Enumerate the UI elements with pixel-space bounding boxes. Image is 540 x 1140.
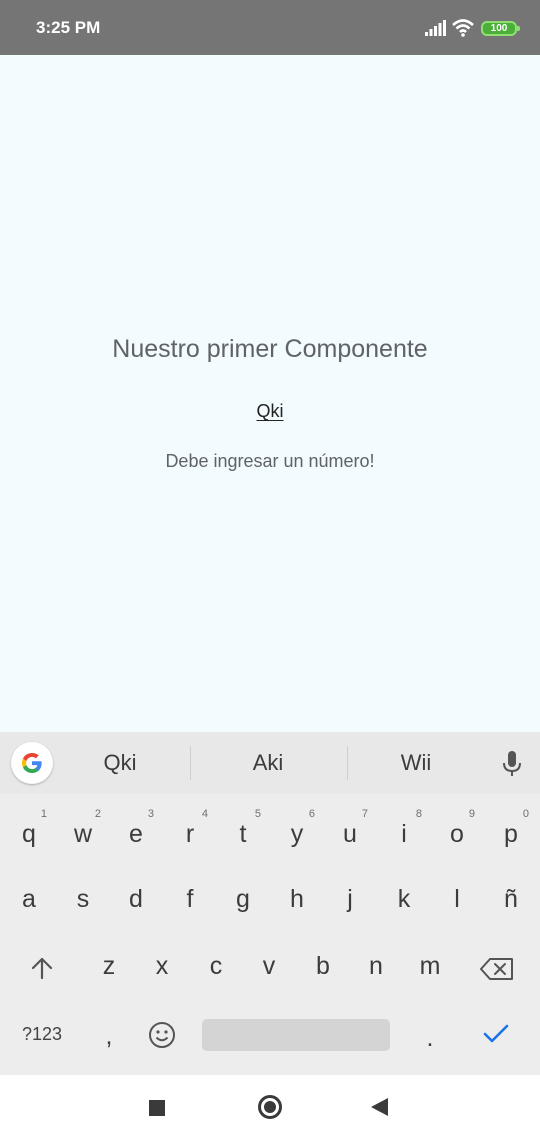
battery-icon: 100 (481, 21, 520, 36)
key-l[interactable]: l (430, 865, 484, 925)
key-n-tilde[interactable]: ñ (484, 865, 538, 925)
shift-key[interactable] (15, 937, 69, 997)
emoji-icon (149, 1022, 175, 1048)
suggestion-2[interactable]: Aki (208, 750, 328, 776)
key-d[interactable]: d (109, 865, 163, 925)
key-z[interactable]: z (82, 932, 136, 992)
signal-icon (425, 20, 446, 36)
shift-icon (31, 957, 53, 979)
battery-level: 100 (490, 23, 508, 34)
key-y[interactable]: y6 (270, 800, 324, 860)
key-m[interactable]: m (403, 932, 457, 992)
backspace-key[interactable] (470, 937, 524, 997)
key-v[interactable]: v (242, 932, 296, 992)
symbols-key[interactable]: ?123 (2, 1002, 82, 1062)
period-key[interactable]: . (403, 1004, 457, 1064)
key-k[interactable]: k (377, 865, 431, 925)
navigation-bar (0, 1075, 540, 1140)
google-icon (22, 753, 42, 773)
key-w[interactable]: w2 (56, 800, 110, 860)
key-t[interactable]: t5 (216, 800, 270, 860)
key-o[interactable]: o9 (430, 800, 484, 860)
status-bar: 3:25 PM 100 (0, 0, 540, 55)
recents-button[interactable] (149, 1100, 165, 1116)
backspace-icon (480, 958, 513, 980)
number-input[interactable]: Qki (0, 401, 540, 422)
comma-key[interactable]: , (82, 1002, 136, 1062)
input-value-text: Qki (256, 401, 284, 421)
key-g[interactable]: g (216, 865, 270, 925)
key-x[interactable]: x (135, 932, 189, 992)
mic-icon[interactable] (500, 749, 524, 779)
soft-keyboard: Qki Aki Wii q1 w2 e3 r4 t5 y6 u7 i8 o9 p… (0, 732, 540, 1075)
key-a[interactable]: a (2, 865, 56, 925)
suggestion-divider (347, 746, 348, 780)
wifi-icon (452, 19, 474, 37)
home-button[interactable] (258, 1095, 282, 1119)
key-r[interactable]: r4 (163, 800, 217, 860)
key-u[interactable]: u7 (323, 800, 377, 860)
key-n[interactable]: n (349, 932, 403, 992)
key-p[interactable]: p0 (484, 800, 538, 860)
suggestion-divider (190, 746, 191, 780)
main-content: Nuestro primer Componente Qki Debe ingre… (0, 55, 540, 732)
error-message: Debe ingresar un número! (165, 451, 375, 471)
status-time: 3:25 PM (36, 18, 101, 37)
suggestion-3[interactable]: Wii (356, 750, 476, 776)
google-button[interactable] (11, 742, 53, 784)
key-b[interactable]: b (296, 932, 350, 992)
key-i[interactable]: i8 (377, 800, 431, 860)
page-title: Nuestro primer Componente (112, 335, 428, 363)
key-j[interactable]: j (323, 865, 377, 925)
key-e[interactable]: e3 (109, 800, 163, 860)
key-f[interactable]: f (163, 865, 217, 925)
emoji-key[interactable] (135, 1002, 189, 1062)
back-button[interactable] (371, 1098, 388, 1116)
key-c[interactable]: c (189, 932, 243, 992)
key-h[interactable]: h (270, 865, 324, 925)
key-q[interactable]: q1 (2, 800, 56, 860)
key-s[interactable]: s (56, 865, 110, 925)
suggestion-1[interactable]: Qki (60, 750, 180, 776)
check-icon[interactable] (482, 1022, 510, 1046)
suggestion-bar: Qki Aki Wii (0, 732, 540, 794)
space-key[interactable] (202, 1019, 390, 1051)
